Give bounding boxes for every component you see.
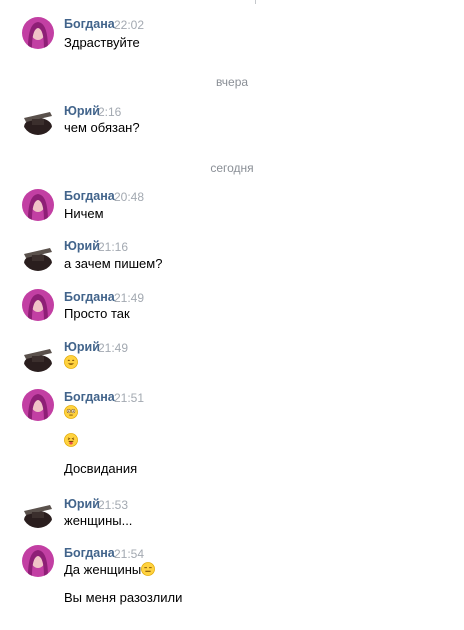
message-author[interactable]: Юрий (64, 104, 100, 118)
message-author[interactable]: Юрий (64, 340, 100, 354)
message-time[interactable]: 2:16 (98, 105, 121, 119)
message-time[interactable]: 21:53 (98, 498, 128, 512)
avatar-bogdana[interactable] (22, 189, 54, 221)
smile-emoji-icon (64, 355, 78, 369)
message-time[interactable]: 22:02 (114, 18, 144, 32)
message-text: чем обязан? (64, 120, 140, 135)
message-author[interactable]: Юрий (64, 497, 100, 511)
message-time[interactable]: 21:51 (114, 391, 144, 405)
message-emoji-line (64, 355, 78, 370)
message-text: Вы меня разозлили (64, 590, 183, 605)
message-text: а зачем пишем? (64, 256, 163, 271)
message-author[interactable]: Богдана (64, 17, 115, 31)
message-text: Просто так (64, 306, 130, 321)
message-text: Здраствуйте (64, 35, 140, 50)
expressionless-emoji-icon (141, 562, 156, 576)
message-text-line: Да женщины (64, 562, 156, 577)
message-text: Да женщины (64, 562, 142, 577)
message-author[interactable]: Богдана (64, 189, 115, 203)
message-emoji-line (64, 405, 78, 420)
message-time[interactable]: 21:16 (98, 240, 128, 254)
avatar-yuri[interactable] (22, 496, 54, 528)
avatar-yuri[interactable] (22, 239, 54, 271)
avatar-yuri[interactable] (22, 340, 54, 372)
message-author[interactable]: Богдана (64, 546, 115, 560)
date-divider: вчера (215, 75, 249, 89)
message-text: Ничем (64, 206, 104, 221)
message-text: Досвидания (64, 461, 138, 476)
avatar-bogdana[interactable] (22, 17, 54, 49)
message-author[interactable]: Богдана (64, 290, 115, 304)
avatar-bogdana[interactable] (22, 289, 54, 321)
scroll-top-marker (255, 0, 256, 4)
message-time[interactable]: 21:54 (114, 547, 144, 561)
message-time[interactable]: 21:49 (98, 341, 128, 355)
message-emoji-line (64, 433, 78, 448)
date-divider: сегодня (210, 161, 254, 175)
message-author[interactable]: Юрий (64, 239, 100, 253)
flushed-emoji-icon (64, 405, 78, 419)
avatar-yuri[interactable] (22, 103, 54, 135)
message-time[interactable]: 21:49 (114, 291, 144, 305)
tongue-emoji-icon (64, 433, 78, 447)
message-text: женщины... (64, 513, 133, 528)
message-author[interactable]: Богдана (64, 390, 115, 404)
avatar-bogdana[interactable] (22, 545, 54, 577)
avatar-bogdana[interactable] (22, 389, 54, 421)
message-time[interactable]: 20:48 (114, 190, 144, 204)
